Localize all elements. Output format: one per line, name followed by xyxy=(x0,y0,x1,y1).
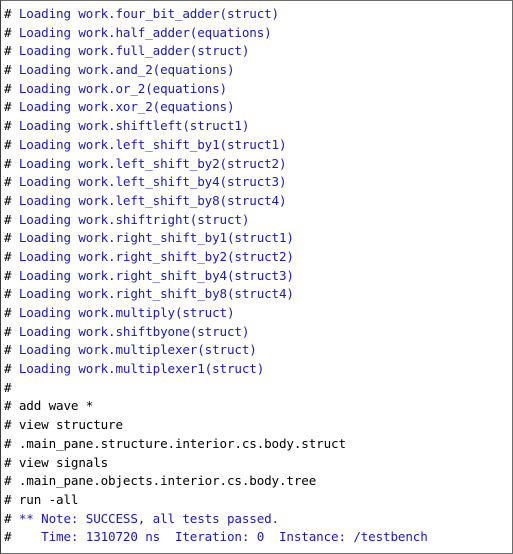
line-text: view structure xyxy=(11,417,123,433)
transcript-line: # Loading work.and_2(equations) xyxy=(4,61,512,80)
line-prefix: # xyxy=(4,379,12,395)
line-text: Loading work.right_shift_by2(struct2) xyxy=(11,248,294,264)
transcript-line: # view structure xyxy=(4,416,512,435)
transcript-line: # .main_pane.objects.interior.cs.body.tr… xyxy=(4,472,512,491)
transcript-line: # Loading work.multiplexer(struct) xyxy=(4,341,512,360)
transcript-line: # .main_pane.structure.interior.cs.body.… xyxy=(4,435,512,454)
transcript-line: # run -all xyxy=(4,491,512,510)
line-text: Loading work.left_shift_by8(struct4) xyxy=(11,192,287,208)
line-text: .main_pane.structure.interior.cs.body.st… xyxy=(11,435,346,451)
transcript-line: # Loading work.shiftbyone(struct) xyxy=(4,323,512,342)
transcript-line: # Time: 1310720 ns Iteration: 0 Instance… xyxy=(4,528,512,547)
transcript-line: # Loading work.left_shift_by8(struct4) xyxy=(4,192,512,211)
line-text: add wave * xyxy=(11,398,94,414)
line-text: Loading work.shiftbyone(struct) xyxy=(11,323,250,339)
transcript-line: # Loading work.left_shift_by1(struct1) xyxy=(4,136,512,155)
line-text: Loading work.four_bit_adder(struct) xyxy=(11,6,279,21)
line-text: ** Note: SUCCESS, all tests passed. xyxy=(11,510,279,526)
transcript-line: # Loading work.multiply(struct) xyxy=(4,304,512,323)
line-text: Loading work.or_2(equations) xyxy=(11,80,227,96)
transcript-line: # xyxy=(4,379,512,398)
transcript-line: # Loading work.right_shift_by4(struct3) xyxy=(4,267,512,286)
transcript-line: # Loading work.multiplexer1(struct) xyxy=(4,360,512,379)
line-text: Time: 1310720 ns Iteration: 0 Instance: … xyxy=(11,529,428,545)
transcript-line: # Loading work.right_shift_by1(struct1) xyxy=(4,229,512,248)
line-text: Loading work.full_adder(struct) xyxy=(11,43,250,59)
transcript-line: # Loading work.left_shift_by2(struct2) xyxy=(4,155,512,174)
transcript-pane[interactable]: # Loading work.four_bit_adder(struct) # L… xyxy=(0,0,513,554)
transcript-line: # Loading work.xor_2(equations) xyxy=(4,98,512,117)
transcript-line: # add wave * xyxy=(4,397,512,416)
line-text: .main_pane.objects.interior.cs.body.tree xyxy=(11,473,317,489)
line-text: Loading work.multiply(struct) xyxy=(11,305,235,320)
line-text: view signals xyxy=(11,454,109,470)
line-text: Loading work.right_shift_by1(struct1) xyxy=(11,230,294,246)
line-text: Loading work.right_shift_by4(struct3) xyxy=(11,267,294,283)
line-text: Loading work.right_shift_by8(struct4) xyxy=(11,286,294,302)
transcript-line: # Loading work.left_shift_by4(struct3) xyxy=(4,173,512,192)
transcript-line: # Loading work.full_adder(struct) xyxy=(4,42,512,61)
line-text: Loading work.shiftright(struct) xyxy=(11,211,250,227)
line-text: Loading work.multiplexer1(struct) xyxy=(11,361,265,377)
line-text: Loading work.left_shift_by1(struct1) xyxy=(11,136,287,152)
transcript-line: # Loading work.right_shift_by2(struct2) xyxy=(4,248,512,267)
line-text: Loading work.left_shift_by4(struct3) xyxy=(11,174,287,190)
transcript-line: # Loading work.shiftleft(struct1) xyxy=(4,117,512,136)
line-text: Loading work.xor_2(equations) xyxy=(11,99,235,115)
transcript-line: # Loading work.half_adder(equations) xyxy=(4,24,512,43)
line-text: Loading work.half_adder(equations) xyxy=(11,24,272,40)
transcript-line: # view signals xyxy=(4,454,512,473)
transcript-line: # ** Note: SUCCESS, all tests passed. xyxy=(4,510,512,529)
transcript-line: # Loading work.shiftright(struct) xyxy=(4,211,512,230)
line-text: run -all xyxy=(11,491,79,507)
transcript-line: # Loading work.right_shift_by8(struct4) xyxy=(4,285,512,304)
line-text: Loading work.left_shift_by2(struct2) xyxy=(11,155,287,171)
transcript-lines: # Loading work.four_bit_adder(struct) # L… xyxy=(4,5,512,547)
transcript-line: # Loading work.or_2(equations) xyxy=(4,80,512,99)
line-text: Loading work.shiftleft(struct1) xyxy=(11,118,250,134)
transcript-line: # Loading work.four_bit_adder(struct) xyxy=(4,5,512,24)
line-text: Loading work.and_2(equations) xyxy=(11,62,235,78)
line-text: Loading work.multiplexer(struct) xyxy=(11,342,257,358)
